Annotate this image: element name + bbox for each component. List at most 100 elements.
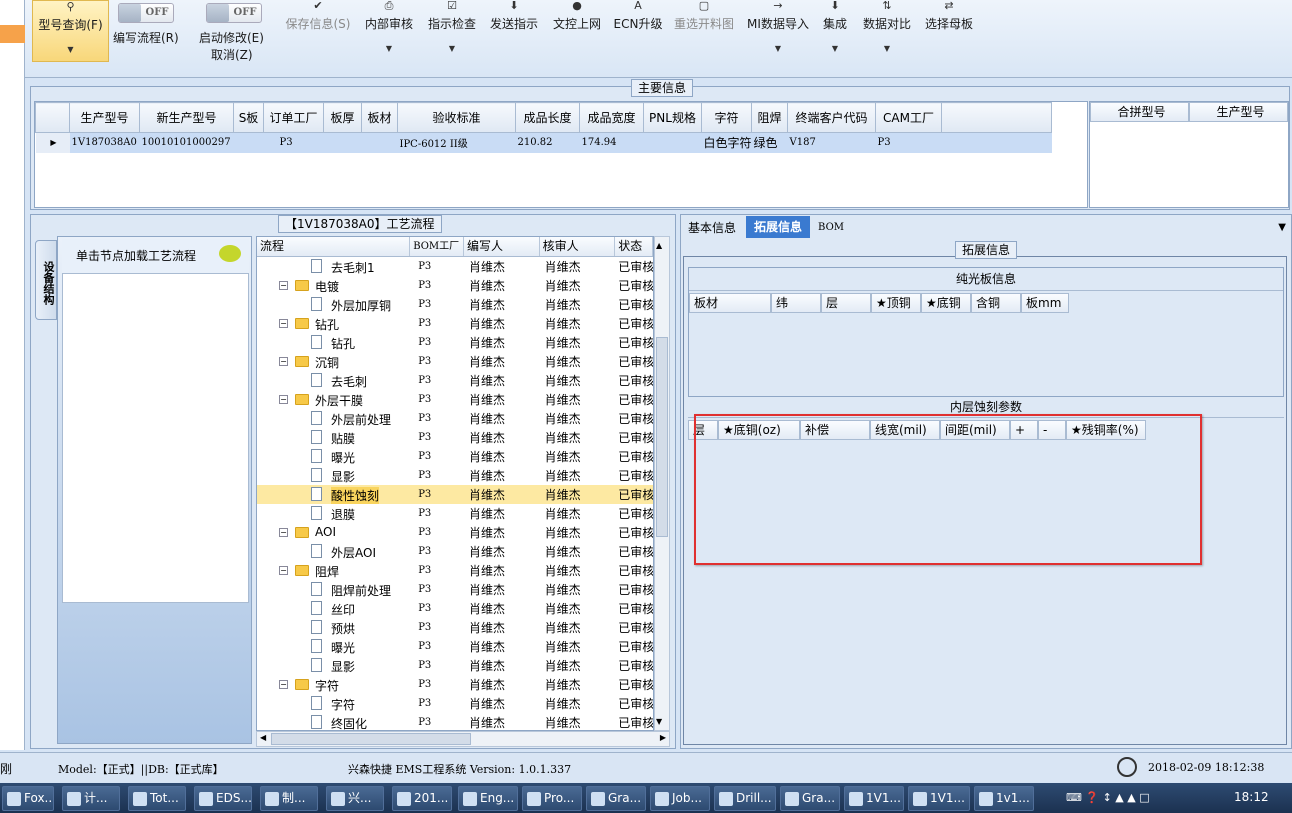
tab-bom[interactable]: BOM <box>810 218 852 238</box>
scroll-down-icon[interactable]: ▼ <box>656 717 662 726</box>
tree-node[interactable]: 贴膜 <box>257 428 410 447</box>
tree-row[interactable]: 预烘 P3 肖维杰 肖维杰 已审核 <box>257 618 653 637</box>
tree-node[interactable]: − 阻焊 <box>257 561 410 580</box>
col-header[interactable]: 板厚 <box>323 102 362 133</box>
col-header[interactable]: 核审人 <box>540 237 616 256</box>
tree-vscrollbar[interactable]: ▲ ▼ <box>654 236 670 731</box>
tab-device-structure[interactable]: 设备结构 <box>35 240 57 320</box>
taskbar-item[interactable]: 1V1... <box>844 786 904 811</box>
save-info-button[interactable]: ✔ 保存信息(S) <box>283 0 353 32</box>
send-instructions-button[interactable]: ⬇ 发送指示 <box>487 0 541 32</box>
main-info-row[interactable]: ▶ 1V187038A0 10010101000297 P3 IPC-6012 … <box>35 132 1052 153</box>
col-header[interactable]: PNL规格 <box>643 102 702 133</box>
tree-row[interactable]: − AOI P3 肖维杰 肖维杰 已审核 <box>257 523 653 542</box>
tab-extended-info[interactable]: 拓展信息 <box>746 216 811 238</box>
cell[interactable]: P3 <box>263 132 324 153</box>
cell[interactable]: V187 <box>787 132 876 153</box>
col-header[interactable]: 状态 <box>615 237 653 256</box>
tree-row[interactable]: − 电镀 P3 肖维杰 肖维杰 已审核 <box>257 276 653 295</box>
taskbar-item[interactable]: 1v1... <box>974 786 1034 811</box>
cell[interactable]: 1V187038A0 <box>69 132 140 153</box>
col-header[interactable]: 成品长度 <box>515 102 580 133</box>
taskbar-item[interactable]: 1V1... <box>908 786 970 811</box>
col-header[interactable]: 板材 <box>689 293 771 313</box>
internal-review-button[interactable]: ⎙ 内部审核 ▼ <box>362 0 416 53</box>
write-flow-toggle[interactable]: OFF <box>118 3 174 23</box>
cell[interactable]: 白色字符 <box>701 132 752 153</box>
tree-node[interactable]: 显影 <box>257 656 410 675</box>
collapse-icon[interactable]: − <box>279 281 288 290</box>
cell[interactable]: 绿色 <box>751 132 788 153</box>
col-header[interactable]: 终端客户代码 <box>787 102 877 133</box>
col-header[interactable]: 新生产型号 <box>139 102 234 133</box>
tree-node[interactable]: − 电镀 <box>257 276 410 295</box>
tree-node[interactable]: 曝光 <box>257 447 410 466</box>
tree-row[interactable]: − 沉铜 P3 肖维杰 肖维杰 已审核 <box>257 352 653 371</box>
col-header[interactable]: 阻焊 <box>751 102 789 133</box>
col-header[interactable]: ★顶铜 <box>871 293 921 313</box>
taskbar-item[interactable]: EDS... <box>194 786 252 811</box>
cell[interactable]: 174.94 <box>579 132 644 153</box>
taskbar-item[interactable]: Pro... <box>522 786 582 811</box>
col-header[interactable]: S板 <box>233 102 264 133</box>
collapse-icon[interactable]: − <box>279 528 288 537</box>
col-header[interactable]: 订单工厂 <box>263 102 324 133</box>
taskbar-item[interactable]: Eng... <box>458 786 518 811</box>
hscroll-thumb[interactable] <box>271 733 471 745</box>
tree-node[interactable]: 终固化 <box>257 713 410 730</box>
taskbar-item[interactable]: Gra... <box>586 786 646 811</box>
tree-row[interactable]: 曝光 P3 肖维杰 肖维杰 已审核 <box>257 637 653 656</box>
tree-row[interactable]: 外层前处理 P3 肖维杰 肖维杰 已审核 <box>257 409 653 428</box>
tree-row[interactable]: 钻孔 P3 肖维杰 肖维杰 已审核 <box>257 333 653 352</box>
model-query-button[interactable]: ⚲ 型号查询(F) ▼ <box>32 0 109 62</box>
cell[interactable] <box>323 132 362 153</box>
mi-import-button[interactable]: → MI数据导入 ▼ <box>745 0 811 53</box>
collapse-icon[interactable]: − <box>279 566 288 575</box>
tree-node[interactable]: 显影 <box>257 466 410 485</box>
tree-node[interactable]: 阻焊前处理 <box>257 580 410 599</box>
node-list[interactable] <box>62 273 249 603</box>
collapse-icon[interactable]: − <box>279 395 288 404</box>
tree-row[interactable]: 字符 P3 肖维杰 肖维杰 已审核 <box>257 694 653 713</box>
tab-basic-info[interactable]: 基本信息 <box>682 218 742 238</box>
tree-row[interactable]: 去毛刺 P3 肖维杰 肖维杰 已审核 <box>257 371 653 390</box>
tree-row[interactable]: 去毛刺1 P3 肖维杰 肖维杰 已审核 <box>257 257 653 276</box>
col-header[interactable]: 纬 <box>771 293 821 313</box>
collapse-icon[interactable]: − <box>279 319 288 328</box>
taskbar-item[interactable]: Job... <box>650 786 710 811</box>
tree-node[interactable]: − 钻孔 <box>257 314 410 333</box>
tree-row[interactable]: 酸性蚀刻 P3 肖维杰 肖维杰 已审核 <box>257 485 653 504</box>
tray-icons[interactable]: ⌨ ❓ ↕ ▲ ▲ □ <box>1066 791 1150 804</box>
tree-node[interactable]: − 外层干膜 <box>257 390 410 409</box>
tree-row[interactable]: 外层AOI P3 肖维杰 肖维杰 已审核 <box>257 542 653 561</box>
taskbar-item[interactable]: 兴... <box>326 786 384 811</box>
tree-row[interactable]: − 字符 P3 肖维杰 肖维杰 已审核 <box>257 675 653 694</box>
cancel-button[interactable]: 取消(Z) <box>211 46 253 63</box>
tree-node[interactable]: 外层前处理 <box>257 409 410 428</box>
scroll-right-icon[interactable]: ▶ <box>660 733 666 742</box>
taskbar-item[interactable]: Drill... <box>714 786 776 811</box>
start-modify-toggle[interactable]: OFF <box>206 3 262 23</box>
col-header[interactable]: 层 <box>821 293 871 313</box>
cell[interactable]: P3 <box>875 132 942 153</box>
col-header[interactable]: 字符 <box>700 102 753 133</box>
cell[interactable]: 210.82 <box>515 132 580 153</box>
col-header[interactable]: 验收标准 <box>397 102 516 133</box>
taskbar-item[interactable]: 制... <box>260 786 318 811</box>
scroll-up-icon[interactable]: ▲ <box>656 241 662 250</box>
scroll-thumb[interactable] <box>656 337 668 537</box>
tree-node[interactable]: 丝印 <box>257 599 410 618</box>
tree-node[interactable]: − 字符 <box>257 675 410 694</box>
taskbar-item[interactable]: 计... <box>62 786 120 811</box>
scroll-left-icon[interactable]: ◀ <box>260 733 266 742</box>
select-master-button[interactable]: ⇄ 选择母板 <box>922 0 976 32</box>
ecn-upgrade-button[interactable]: A ECN升级 <box>613 0 663 32</box>
tree-row[interactable]: 贴膜 P3 肖维杰 肖维杰 已审核 <box>257 428 653 447</box>
tree-node[interactable]: 去毛刺 <box>257 371 410 390</box>
data-compare-button[interactable]: ⇅ 数据对比 ▼ <box>860 0 914 53</box>
tree-node[interactable]: 曝光 <box>257 637 410 656</box>
tree-node[interactable]: − AOI <box>257 523 410 542</box>
tree-row[interactable]: − 外层干膜 P3 肖维杰 肖维杰 已审核 <box>257 390 653 409</box>
cell[interactable] <box>361 132 398 153</box>
tree-row[interactable]: 曝光 P3 肖维杰 肖维杰 已审核 <box>257 447 653 466</box>
